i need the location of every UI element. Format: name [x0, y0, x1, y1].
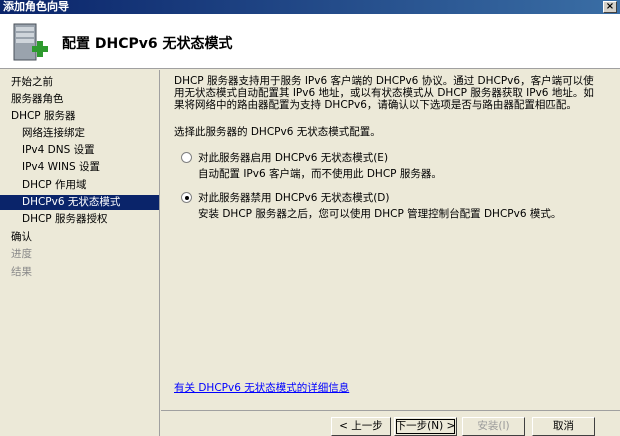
wizard-content: DHCP 服务器支持用于服务 IPv6 客户端的 DHCPv6 协议。通过 DH… — [161, 70, 620, 410]
enable-stateless-label[interactable]: 对此服务器启用 DHCPv6 无状态模式(E) — [198, 150, 388, 165]
close-icon: × — [605, 1, 615, 12]
help-link[interactable]: 有关 DHCPv6 无状态模式的详细信息 — [174, 380, 349, 395]
wizard-steps-sidebar: 开始之前 服务器角色 DHCP 服务器 网络连接绑定 IPv4 DNS 设置 I… — [0, 70, 160, 436]
wizard-footer: < 上一步(P) 下一步(N) > 安装(I) 取消 — [161, 410, 620, 436]
sidebar-item-progress: 进度 — [11, 248, 32, 260]
window-titlebar: 添加角色向导 × — [0, 0, 620, 14]
sidebar-item-dhcp-scopes[interactable]: DHCP 作用域 — [0, 178, 159, 193]
disable-stateless-option[interactable]: 对此服务器禁用 DHCPv6 无状态模式(D) — [181, 190, 390, 205]
disable-stateless-radio[interactable] — [181, 192, 192, 203]
sidebar-item-results: 结果 — [11, 266, 32, 278]
sidebar-item-dhcp-authorization[interactable]: DHCP 服务器授权 — [0, 212, 159, 227]
enable-stateless-desc: 自动配置 IPv6 客户端，而不使用此 DHCP 服务器。 — [198, 168, 442, 180]
server-add-icon — [13, 23, 48, 61]
sidebar-item-before-you-begin[interactable]: 开始之前 — [0, 75, 159, 90]
page-title: 配置 DHCPv6 无状态模式 — [62, 36, 233, 52]
sidebar-item-ipv4-wins[interactable]: IPv4 WINS 设置 — [0, 160, 159, 175]
sidebar-item-server-roles[interactable]: 服务器角色 — [0, 92, 159, 107]
sidebar-item-network-bindings[interactable]: 网络连接绑定 — [0, 126, 159, 141]
wizard-header: 配置 DHCPv6 无状态模式 — [0, 14, 620, 69]
enable-stateless-radio[interactable] — [181, 152, 192, 163]
sidebar-item-dhcp-server[interactable]: DHCP 服务器 — [0, 109, 159, 124]
selection-prompt: 选择此服务器的 DHCPv6 无状态模式配置。 — [174, 126, 381, 138]
disable-stateless-label[interactable]: 对此服务器禁用 DHCPv6 无状态模式(D) — [198, 190, 390, 205]
back-button[interactable]: < 上一步(P) — [331, 417, 391, 436]
window-title: 添加角色向导 — [3, 0, 69, 13]
enable-stateless-option[interactable]: 对此服务器启用 DHCPv6 无状态模式(E) — [181, 150, 388, 165]
sidebar-item-confirmation[interactable]: 确认 — [0, 230, 159, 245]
next-button[interactable]: 下一步(N) > — [394, 417, 457, 436]
install-button: 安装(I) — [462, 417, 525, 436]
close-button[interactable]: × — [603, 1, 617, 13]
intro-text: DHCP 服务器支持用于服务 IPv6 客户端的 DHCPv6 协议。通过 DH… — [174, 75, 594, 111]
sidebar-item-dhcpv6-stateless[interactable]: DHCPv6 无状态模式 — [0, 195, 159, 210]
sidebar-item-ipv4-dns[interactable]: IPv4 DNS 设置 — [0, 143, 159, 158]
cancel-button[interactable]: 取消 — [532, 417, 595, 436]
disable-stateless-desc: 安装 DHCP 服务器之后，您可以使用 DHCP 管理控制台配置 DHCPv6 … — [198, 208, 562, 220]
